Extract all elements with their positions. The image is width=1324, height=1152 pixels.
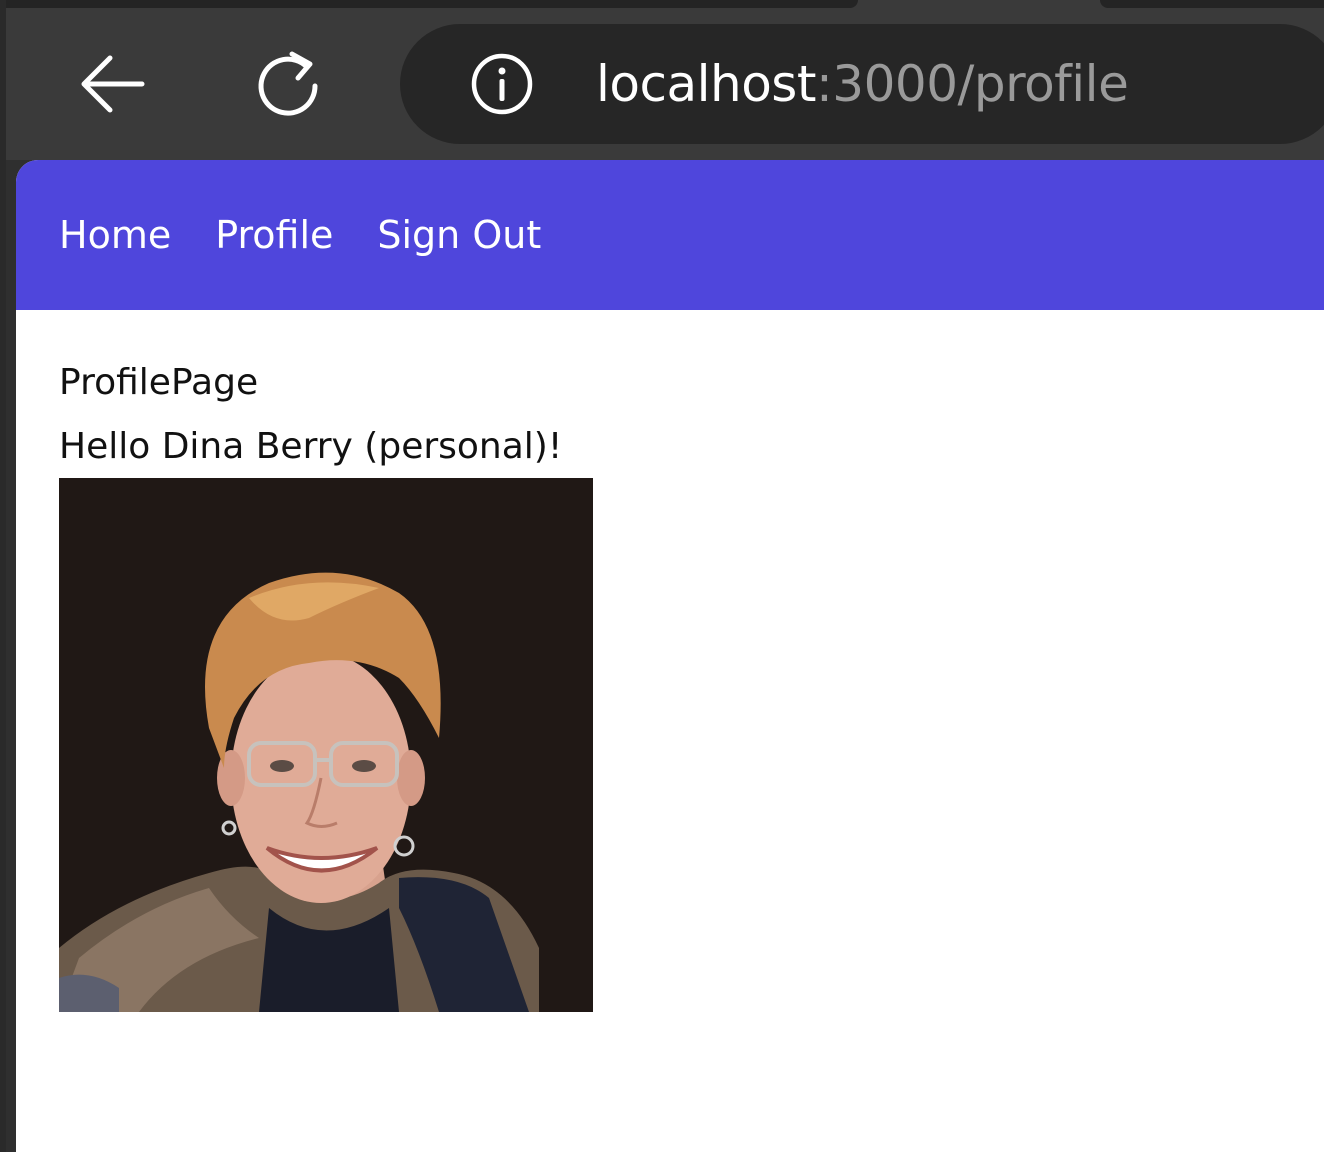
site-navbar: Home Profile Sign Out [16,160,1324,310]
page-viewport: Home Profile Sign Out ProfilePage Hello … [16,160,1324,1152]
page-title: ProfilePage [59,362,259,403]
url-path: :3000/profile [815,55,1129,113]
reload-button[interactable] [252,48,324,120]
address-bar[interactable]: localhost:3000/profile [400,24,1324,144]
window-edge [0,0,6,1152]
nav-link-home[interactable]: Home [59,213,171,257]
nav-link-profile[interactable]: Profile [215,213,333,257]
url-host: localhost [596,55,816,113]
nav-link-sign-out[interactable]: Sign Out [377,213,541,257]
tab-strip-left [0,0,858,8]
profile-photo [59,478,593,1012]
tab-strip-right [1100,0,1324,8]
info-icon[interactable] [470,52,534,116]
url-text[interactable]: localhost:3000/profile [596,55,1129,113]
reload-icon [258,51,318,116]
back-button[interactable] [76,48,148,120]
browser-toolbar: localhost:3000/profile [0,0,1324,160]
arrow-left-icon [81,55,145,113]
main-content: ProfilePage Hello Dina Berry (personal)! [16,310,1324,1012]
